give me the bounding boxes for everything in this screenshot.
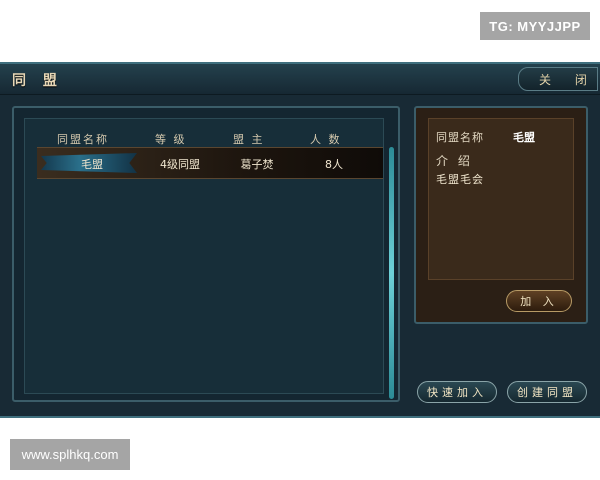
row-level: 4级同盟 bbox=[160, 158, 200, 171]
close-label: 关 闭 bbox=[539, 73, 597, 87]
title-bar: 同 盟 关 闭 bbox=[0, 64, 600, 95]
watermark-bottom: www.splhkq.com bbox=[10, 439, 130, 470]
info-intro-text: 毛盟毛会 bbox=[436, 173, 484, 186]
row-name: 毛盟 bbox=[81, 158, 103, 171]
row-leader: 葛子焚 bbox=[240, 158, 274, 171]
info-name-value: 毛盟 bbox=[513, 131, 535, 144]
list-scrollbar[interactable] bbox=[389, 147, 394, 399]
column-header-level: 等 级 bbox=[155, 133, 187, 146]
window-title: 同 盟 bbox=[12, 73, 63, 89]
table-row[interactable]: 毛盟 4级同盟 葛子焚 8人 bbox=[37, 147, 383, 179]
alliance-window: 同 盟 关 闭 同盟名称 等 级 盟 主 人 数 毛盟 4级同盟 葛子焚 8人 … bbox=[0, 62, 600, 418]
quick-join-button[interactable]: 快速加入 bbox=[417, 381, 497, 403]
info-intro-label: 介 绍 bbox=[436, 154, 473, 168]
info-name-label: 同盟名称 bbox=[436, 131, 484, 144]
create-alliance-button[interactable]: 创建同盟 bbox=[507, 381, 587, 403]
column-header-leader: 盟 主 bbox=[233, 133, 265, 146]
watermark-top: TG: MYYJJPP bbox=[480, 12, 590, 40]
close-button[interactable]: 关 闭 bbox=[518, 67, 598, 91]
row-members: 8人 bbox=[325, 158, 343, 171]
column-header-name: 同盟名称 bbox=[57, 133, 109, 146]
alliance-info-box: 同盟名称 毛盟 介 绍 毛盟毛会 bbox=[428, 118, 574, 280]
alliance-list: 同盟名称 等 级 盟 主 人 数 毛盟 4级同盟 葛子焚 8人 bbox=[24, 118, 394, 399]
column-header-members: 人 数 bbox=[310, 133, 342, 146]
join-button[interactable]: 加 入 bbox=[506, 290, 572, 312]
alliance-list-panel: 同盟名称 等 级 盟 主 人 数 毛盟 4级同盟 葛子焚 8人 bbox=[12, 106, 400, 402]
